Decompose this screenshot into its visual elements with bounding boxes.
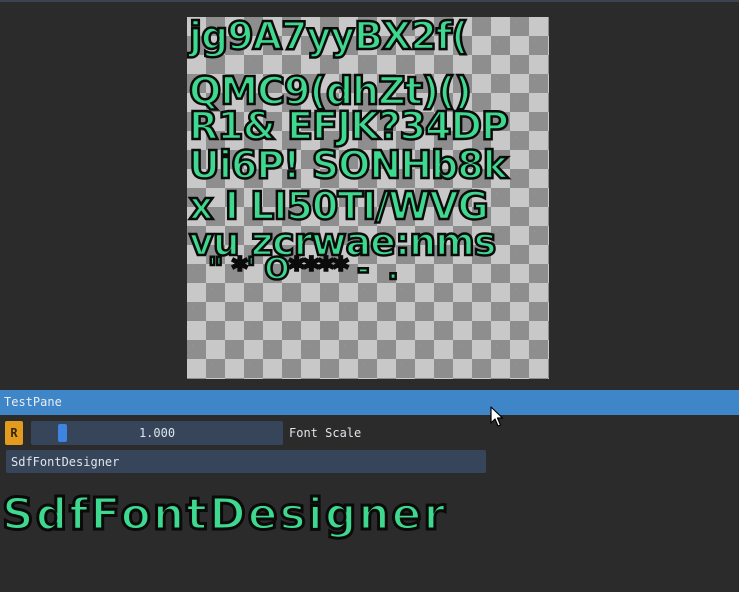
font-atlas-preview: jg9A7yyBX2f( QMC9(dhZt)() R1& EFJK?34DP …	[187, 17, 549, 379]
pane-title: TestPane	[4, 395, 62, 409]
sdf-text-preview: SdfFontDesigner	[0, 488, 448, 541]
atlas-glyph-row: " *' O**** - .	[189, 251, 400, 289]
mouse-pointer-icon	[490, 406, 504, 427]
atlas-glyph-row: jg9A7yyBX2f(	[188, 17, 470, 58]
font-scale-value: 1.000	[138, 426, 176, 440]
atlas-glyph-row: Ui6P! SONHb8k	[188, 143, 509, 188]
window-top-border	[0, 0, 739, 2]
preview-text-value: SdfFontDesigner	[11, 455, 120, 469]
font-scale-reset-button[interactable]: R	[5, 421, 23, 445]
font-scale-slider[interactable]: 1.000	[31, 421, 283, 445]
font-scale-label: Font Scale	[289, 426, 362, 440]
preview-text-input[interactable]: SdfFontDesigner	[6, 450, 486, 473]
pane-header[interactable]: TestPane	[0, 390, 739, 415]
atlas-glyph-row: R1& EFJK?34DP	[188, 104, 510, 149]
